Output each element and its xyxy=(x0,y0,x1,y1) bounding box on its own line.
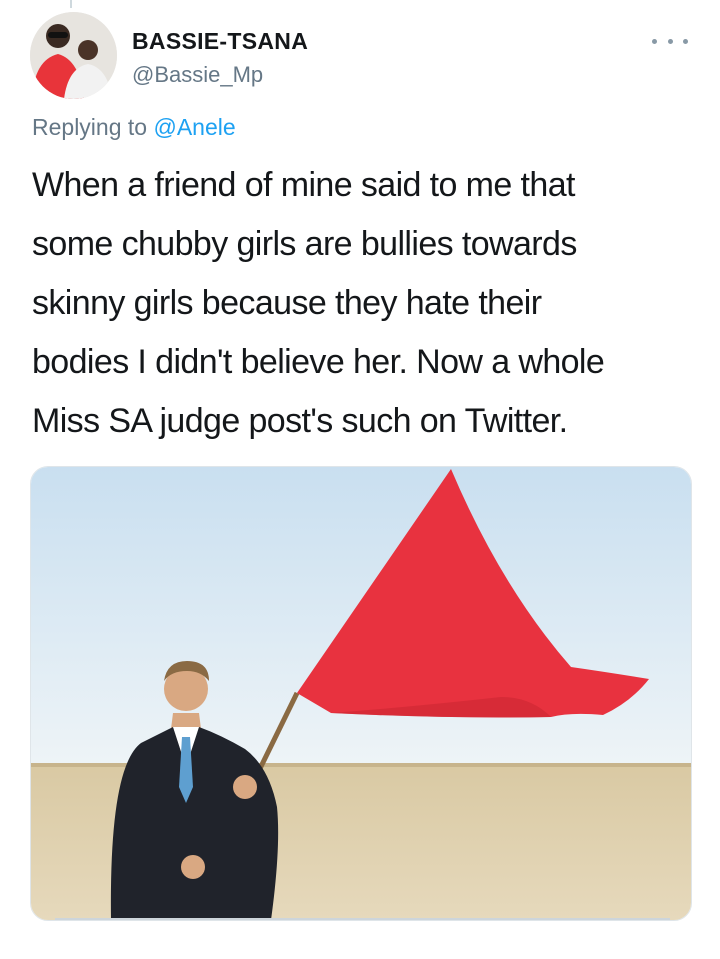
avatar-photo xyxy=(30,12,117,99)
reply-to-link[interactable]: @Anele xyxy=(153,114,235,140)
dot xyxy=(652,38,657,44)
dot xyxy=(667,38,673,44)
reply-prefix: Replying to xyxy=(32,114,148,140)
tweet-text: When a friend of mine said to me that so… xyxy=(32,166,605,440)
reply-context: Replying to @Anele xyxy=(32,114,236,141)
red-flag-photo xyxy=(31,467,691,920)
more-horizontal-icon[interactable] xyxy=(652,31,688,51)
thread-connector xyxy=(70,0,72,8)
avatar[interactable] xyxy=(30,12,117,99)
dot xyxy=(683,38,688,44)
divider xyxy=(55,918,670,920)
user-handle[interactable]: @Bassie_Mp xyxy=(132,62,263,88)
display-name[interactable]: BASSIE-TSANA xyxy=(132,28,308,55)
tweet-image[interactable] xyxy=(30,466,692,921)
